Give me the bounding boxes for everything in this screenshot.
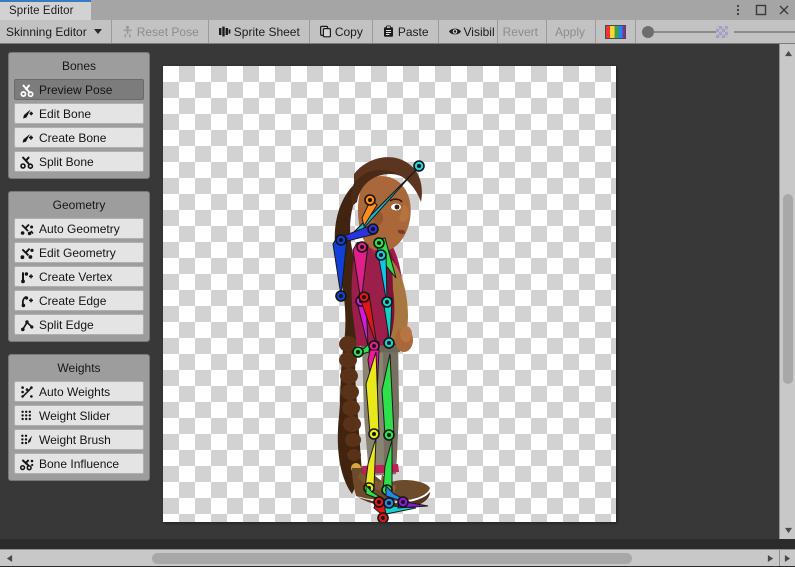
auto-weights-icon — [20, 385, 34, 399]
split-bone-icon — [20, 155, 34, 169]
horizontal-scrollbar[interactable] — [0, 549, 779, 566]
kebab-menu-icon[interactable] — [731, 3, 745, 17]
tool-label: Split Edge — [39, 318, 94, 332]
zoom-slider[interactable] — [734, 20, 795, 43]
tool-preview-pose[interactable]: Preview Pose — [14, 79, 144, 100]
tool-bone-influence[interactable]: Bone Influence — [14, 453, 144, 474]
create-bone-icon — [20, 131, 34, 145]
auto-geometry-icon — [20, 222, 34, 236]
tool-create-vertex[interactable]: Create Vertex — [14, 266, 144, 287]
slider-track[interactable] — [654, 31, 716, 33]
visibility-button[interactable]: Visibil — [439, 20, 498, 43]
tab-sprite-editor[interactable]: Sprite Editor — [0, 0, 91, 20]
tool-label: Create Bone — [39, 131, 106, 145]
tool-label: Preview Pose — [39, 83, 112, 97]
scroll-up-arrow-icon[interactable] — [780, 46, 795, 60]
tool-label: Split Bone — [39, 155, 94, 169]
sprite-and-rig — [163, 66, 616, 522]
panel-weights: Weights Auto Weights — [8, 354, 150, 481]
vertical-scrollbar-thumb[interactable] — [783, 194, 793, 384]
tool-auto-weights[interactable]: Auto Weights — [14, 381, 144, 402]
reset-pose-button[interactable]: Reset Pose — [112, 20, 209, 43]
sprite-editor-window: Sprite Editor Skinning Editor — [0, 0, 795, 566]
create-edge-icon — [20, 294, 34, 308]
apply-label: Apply — [555, 25, 585, 39]
paste-label: Paste — [398, 25, 429, 39]
window-titlebar: Sprite Editor — [0, 0, 795, 20]
close-icon[interactable] — [777, 3, 791, 17]
tool-label: Auto Geometry — [39, 222, 120, 236]
tool-label: Create Vertex — [39, 270, 112, 284]
split-edge-icon — [20, 318, 34, 332]
panel-title-bones: Bones — [14, 57, 144, 79]
tab-label: Sprite Editor — [0, 5, 74, 17]
tool-create-bone[interactable]: Create Bone — [14, 127, 144, 148]
tool-edit-bone[interactable]: Edit Bone — [14, 103, 144, 124]
main-toolbar: Skinning Editor Reset Pose — [0, 20, 795, 44]
color-swatch-button[interactable] — [596, 20, 636, 43]
preview-pose-icon — [20, 83, 34, 97]
paste-button[interactable]: Paste — [373, 20, 439, 43]
revert-button[interactable]: Revert — [498, 20, 547, 43]
tool-label: Bone Influence — [39, 457, 119, 471]
copy-icon — [319, 25, 332, 38]
create-vertex-icon — [20, 270, 34, 284]
copy-label: Copy — [335, 25, 363, 39]
reset-pose-label: Reset Pose — [137, 25, 199, 39]
editor-viewport[interactable]: Bones Preview Pose — [0, 44, 779, 539]
sprite-canvas[interactable] — [163, 66, 616, 522]
reset-pose-icon — [121, 25, 134, 38]
scroll-down-arrow-icon[interactable] — [780, 523, 795, 537]
tool-edit-geometry[interactable]: Edit Geometry — [14, 242, 144, 263]
weight-brush-icon — [20, 433, 34, 447]
sprite-sheet-icon — [218, 25, 231, 38]
paste-icon — [382, 25, 395, 38]
tool-label: Edit Bone — [39, 107, 91, 121]
copy-button[interactable]: Copy — [310, 20, 373, 43]
slider-knob[interactable] — [642, 26, 654, 38]
slider-track[interactable] — [734, 31, 795, 33]
tool-label: Weight Brush — [39, 433, 111, 447]
sprite-sheet-button[interactable]: Sprite Sheet — [209, 20, 310, 43]
panel-title-weights: Weights — [14, 359, 144, 381]
tool-auto-geometry[interactable]: Auto Geometry — [14, 218, 144, 239]
scrollbar-corner — [779, 549, 795, 566]
chevron-down-icon — [94, 29, 102, 34]
character-sprite — [335, 157, 430, 507]
horizontal-scrollbar-thumb[interactable] — [152, 553, 632, 564]
edit-geometry-icon — [20, 246, 34, 260]
weight-slider-icon — [20, 409, 34, 423]
window-controls — [731, 0, 791, 20]
mode-dropdown[interactable]: Skinning Editor — [0, 20, 112, 43]
tool-label: Edit Geometry — [39, 246, 116, 260]
corner-arrow-icon — [784, 554, 791, 563]
tool-weight-brush[interactable]: Weight Brush — [14, 429, 144, 450]
tool-weight-slider[interactable]: Weight Slider — [14, 405, 144, 426]
tool-label: Weight Slider — [39, 409, 110, 423]
tool-split-bone[interactable]: Split Bone — [14, 151, 144, 172]
tool-create-edge[interactable]: Create Edge — [14, 290, 144, 311]
opacity-slider[interactable] — [642, 20, 728, 43]
mode-dropdown-label: Skinning Editor — [6, 25, 87, 39]
scroll-right-arrow-icon[interactable] — [762, 550, 778, 567]
edit-bone-icon — [20, 107, 34, 121]
maximize-icon[interactable] — [754, 3, 768, 17]
eye-icon — [448, 25, 461, 38]
tool-split-edge[interactable]: Split Edge — [14, 314, 144, 335]
bone-influence-icon — [20, 457, 34, 471]
panel-title-geometry: Geometry — [14, 196, 144, 218]
vertical-scrollbar[interactable] — [779, 44, 795, 539]
color-swatch-icon — [605, 25, 626, 39]
slider-group — [636, 20, 795, 43]
tool-label: Create Edge — [39, 294, 106, 308]
panel-geometry: Geometry Auto Geometry — [8, 191, 150, 342]
apply-button[interactable]: Apply — [547, 20, 596, 43]
panel-bones: Bones Preview Pose — [8, 52, 150, 179]
checker-square-icon — [716, 26, 728, 38]
scroll-left-arrow-icon[interactable] — [1, 550, 17, 567]
tool-label: Auto Weights — [39, 385, 110, 399]
revert-label: Revert — [503, 25, 538, 39]
visibility-label: Visibil — [464, 25, 495, 39]
sprite-sheet-label: Sprite Sheet — [234, 25, 300, 39]
